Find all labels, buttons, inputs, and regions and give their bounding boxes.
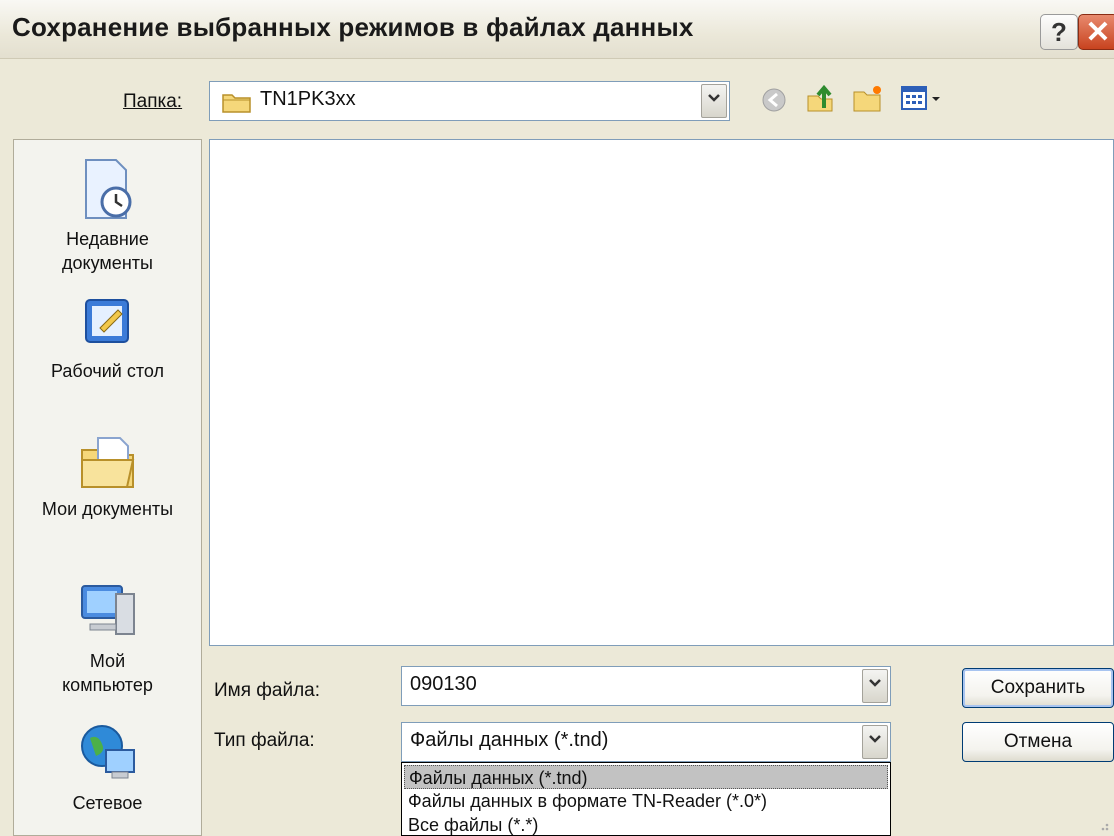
recent-documents-icon (84, 159, 131, 219)
resize-grip-icon[interactable] (1096, 818, 1110, 832)
close-icon: ✕ (1085, 16, 1111, 49)
filename-dropdown-arrow[interactable] (862, 669, 888, 703)
view-menu-icon[interactable] (900, 85, 948, 113)
place-my-computer[interactable]: Мой компьютер (14, 580, 201, 697)
place-recent-label: Недавние документы (62, 229, 153, 273)
my-documents-icon (80, 437, 134, 488)
filetype-value: Файлы данных (*.tnd) (410, 729, 609, 751)
new-folder-icon[interactable] (852, 84, 884, 114)
filename-input[interactable]: 090130 (410, 673, 477, 696)
chevron-down-icon (708, 94, 720, 102)
chevron-down-icon (869, 735, 881, 743)
place-network[interactable]: Сетевое (14, 720, 201, 815)
place-recent-documents[interactable]: Недавние документы (14, 156, 201, 275)
chevron-down-icon (869, 679, 881, 687)
place-desktop[interactable]: Рабочий стол (14, 294, 201, 383)
place-my-computer-label: Мой компьютер (62, 651, 153, 695)
title-bar: Сохранение выбранных режимов в файлах да… (0, 0, 1114, 59)
save-button[interactable]: Сохранить (962, 668, 1114, 708)
places-bar: Недавние документы Рабочий стол Мои доку… (13, 139, 202, 836)
help-button[interactable]: ? (1040, 14, 1078, 50)
filename-combo[interactable]: 090130 (401, 666, 891, 706)
filetype-option[interactable]: Файлы данных в формате TN-Reader (*.0*) (404, 789, 888, 813)
place-desktop-label: Рабочий стол (51, 361, 164, 381)
question-icon: ? (1051, 17, 1067, 47)
up-folder-icon[interactable] (804, 82, 836, 114)
filetype-combo[interactable]: Файлы данных (*.tnd) (401, 722, 891, 762)
filename-label-text: Имя файла: (214, 680, 321, 701)
close-button[interactable]: ✕ (1078, 14, 1114, 50)
my-computer-icon (80, 585, 135, 635)
folder-icon (222, 94, 251, 113)
filetype-dropdown-list: Файлы данных (*.tnd) Файлы данных в форм… (401, 762, 891, 836)
filename-label: Имя файла: (214, 680, 320, 702)
save-dialog: Сохранение выбранных режимов в файлах да… (0, 0, 1114, 836)
folder-value: TN1PK3xx (260, 88, 356, 110)
folder-label-text: Папка: (123, 91, 183, 112)
filetype-dropdown-arrow[interactable] (862, 725, 888, 759)
place-network-label: Сетевое (72, 793, 143, 813)
place-my-documents-label: Мои документы (41, 499, 174, 519)
filetype-label-text: Тип файла: (214, 730, 315, 751)
folder-dropdown-arrow[interactable] (701, 84, 727, 118)
file-list[interactable] (209, 139, 1114, 646)
filetype-label: Тип файла: (214, 730, 315, 752)
folder-combo[interactable]: TN1PK3xx (209, 81, 730, 121)
window-title: Сохранение выбранных режимов в файлах да… (12, 12, 694, 42)
filetype-option[interactable]: Все файлы (*.*) (404, 813, 888, 835)
network-icon (80, 725, 135, 779)
folder-label: Папка: (123, 91, 182, 113)
desktop-icon (84, 299, 129, 343)
place-my-documents[interactable]: Мои документы (14, 432, 201, 521)
cancel-button[interactable]: Отмена (962, 722, 1114, 762)
filetype-option[interactable]: Файлы данных (*.tnd) (404, 765, 888, 789)
back-icon[interactable] (760, 86, 788, 114)
